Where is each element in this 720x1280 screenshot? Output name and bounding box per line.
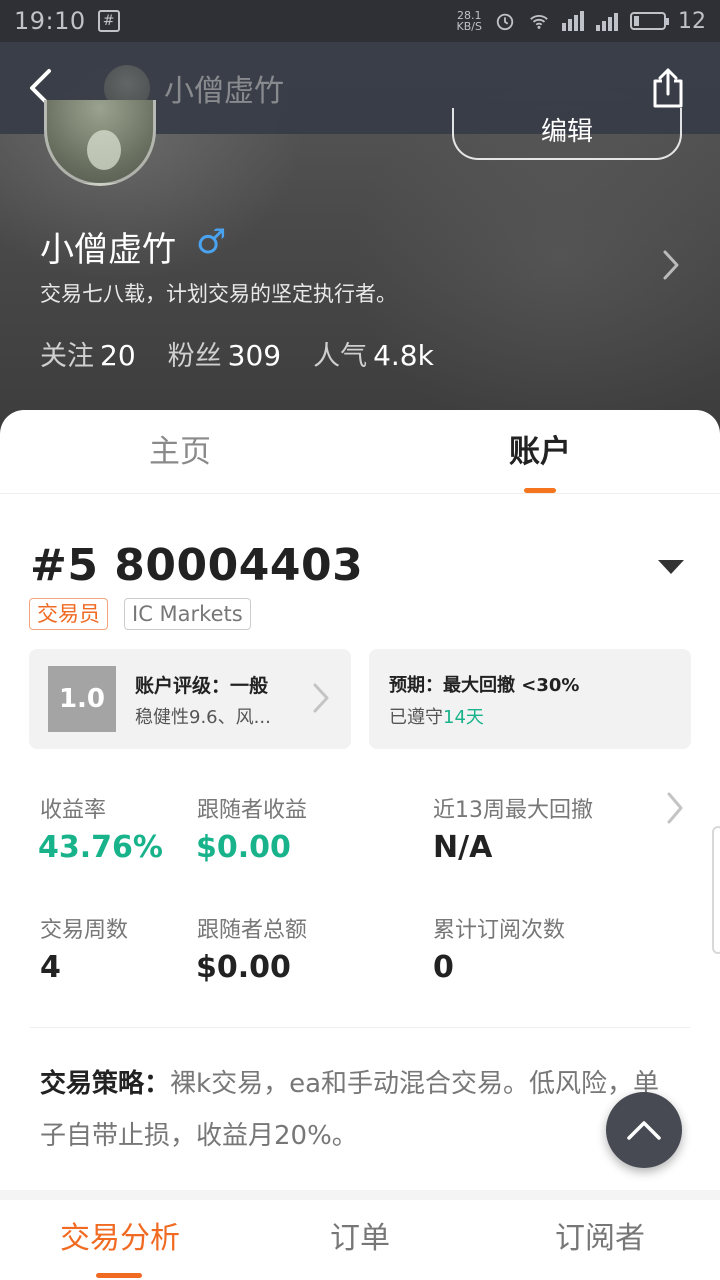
divider bbox=[30, 1027, 690, 1028]
metric-max-drawdown-label: 近13周最大回撤 bbox=[433, 798, 593, 823]
edit-profile-button[interactable]: 编辑 bbox=[452, 108, 682, 160]
tab-account[interactable]: 账户 bbox=[360, 410, 720, 493]
notification-icon: # bbox=[97, 10, 120, 32]
nav-title: 小僧虚竹 bbox=[164, 74, 284, 109]
status-bar: 19:10 # 28.1 KB/S 12 bbox=[0, 0, 720, 42]
profile-name: 小僧虚竹 bbox=[40, 230, 176, 270]
battery-icon bbox=[630, 12, 669, 30]
metric-follower-profit-label: 跟随者收益 bbox=[197, 798, 308, 823]
rating-subtitle: 稳健性9.6、风... bbox=[135, 707, 271, 728]
cellular-signal-2-icon bbox=[596, 11, 618, 31]
account-number: #5 80004403 bbox=[30, 540, 364, 591]
chevron-right-icon bbox=[313, 683, 329, 713]
metric-weeks-label: 交易周数 bbox=[40, 918, 129, 943]
chevron-up-icon bbox=[627, 1121, 661, 1140]
tab-subscribers[interactable]: 订阅者 bbox=[480, 1200, 720, 1280]
cellular-signal-icon bbox=[562, 11, 584, 31]
section-separator bbox=[0, 1190, 720, 1200]
metric-follower-total-value: $0.00 bbox=[196, 950, 291, 985]
broker-badge: IC Markets bbox=[124, 598, 251, 630]
tab-orders[interactable]: 订单 bbox=[240, 1200, 480, 1280]
stat-popularity: 人气 4.8k bbox=[313, 339, 434, 372]
profile-chevron-right-icon[interactable] bbox=[656, 248, 686, 282]
battery-level: 12 bbox=[678, 8, 706, 34]
tab-trade-analysis[interactable]: 交易分析 bbox=[0, 1200, 240, 1280]
status-time: 19:10 bbox=[14, 7, 86, 35]
account-card: 主页 账户 #5 80004403 交易员 IC Markets 1.0 账户评… bbox=[0, 410, 720, 1280]
stat-followers[interactable]: 粉丝 309 bbox=[168, 334, 281, 373]
metric-weeks-value: 4 bbox=[40, 950, 61, 985]
alarm-icon bbox=[496, 13, 514, 31]
scroll-to-top-button[interactable] bbox=[606, 1092, 682, 1168]
metric-return-label: 收益率 bbox=[40, 798, 107, 823]
profile-bio: 交易七八载，计划交易的坚定执行者。 bbox=[40, 282, 397, 306]
expectation-subtitle: 已遵守14天 bbox=[389, 707, 484, 728]
role-badge: 交易员 bbox=[29, 598, 108, 630]
side-drawer-handle[interactable] bbox=[712, 826, 720, 954]
metric-follower-profit-value: $0.00 bbox=[196, 830, 291, 865]
tab-home[interactable]: 主页 bbox=[0, 410, 360, 493]
stat-following[interactable]: 关注 20 bbox=[40, 334, 136, 373]
caret-down-icon[interactable] bbox=[658, 560, 684, 574]
metrics-chevron-right-icon[interactable] bbox=[664, 790, 686, 826]
gender-male-icon: ♂ bbox=[196, 222, 227, 262]
wifi-icon bbox=[530, 15, 548, 29]
metric-subscriptions-value: 0 bbox=[433, 950, 454, 985]
metric-subscriptions-label: 累计订阅次数 bbox=[433, 918, 566, 943]
profile-stats: 关注 20 粉丝 309 人气 4.8k bbox=[40, 334, 434, 373]
network-speed: 28.1 KB/S bbox=[456, 9, 482, 33]
rating-score: 1.0 bbox=[48, 666, 116, 732]
expectation-card: 预期：最大回撤 <30% 已遵守14天 bbox=[369, 649, 691, 749]
expectation-title: 预期：最大回撤 <30% bbox=[389, 675, 580, 696]
metric-max-drawdown-value: N/A bbox=[433, 830, 493, 865]
strategy-label: 交易策略： bbox=[40, 1069, 171, 1099]
metric-return-value: 43.76% bbox=[38, 830, 163, 865]
profile-tabs: 主页 账户 bbox=[0, 410, 720, 494]
trading-strategy: 交易策略：裸k交易，ea和手动混合交易。低风险，单子自带止损，收益月20%。 bbox=[40, 1058, 680, 1162]
share-button[interactable] bbox=[648, 63, 688, 113]
share-icon bbox=[653, 68, 683, 108]
metric-follower-total-label: 跟随者总额 bbox=[197, 918, 308, 943]
rating-title: 账户评级：一般 bbox=[135, 675, 269, 697]
account-rating-card[interactable]: 1.0 账户评级：一般 稳健性9.6、风... bbox=[29, 649, 351, 749]
analysis-tabs: 交易分析 订单 订阅者 bbox=[0, 1200, 720, 1280]
